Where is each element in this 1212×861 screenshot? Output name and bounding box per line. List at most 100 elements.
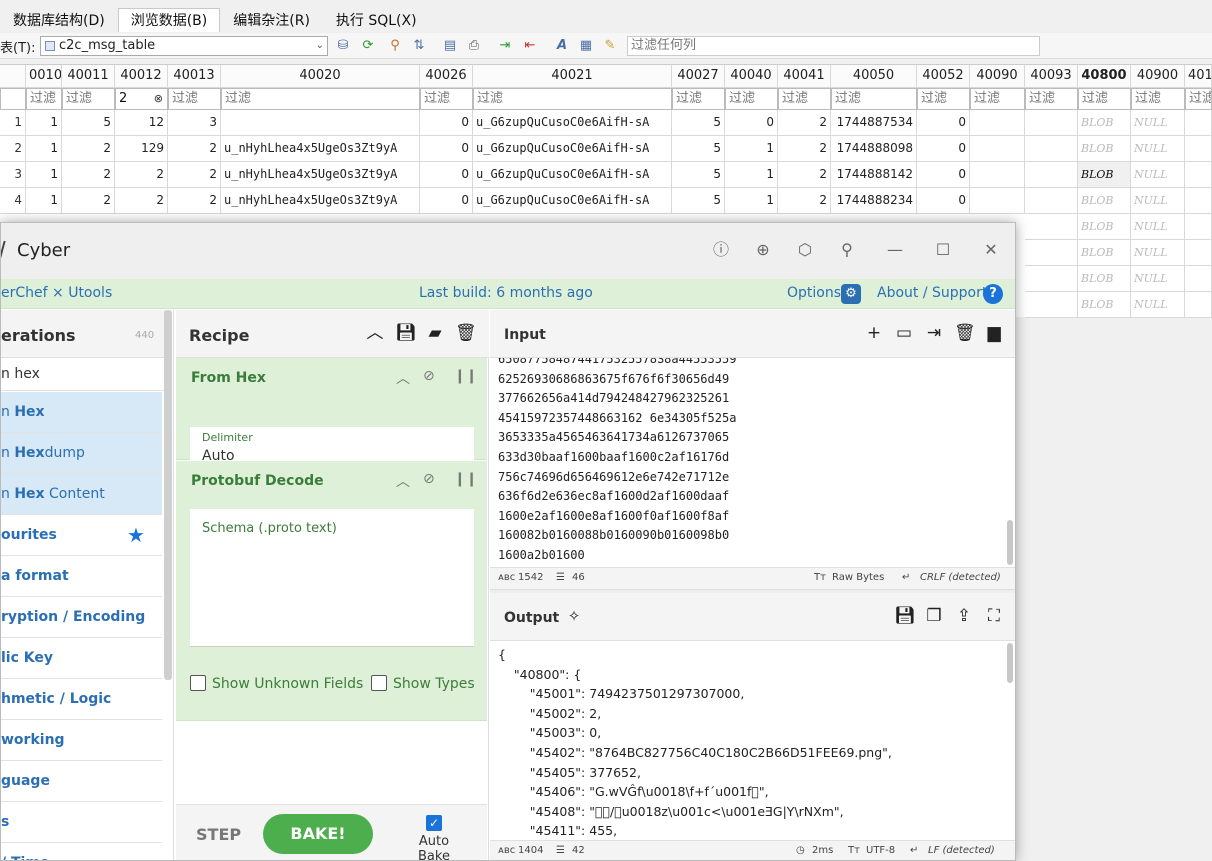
table-cell[interactable]: NULL	[1131, 162, 1185, 188]
table-cell[interactable]: u_nHyhLhea4x5UgeOs3Zt9yA	[221, 136, 420, 162]
table-cell[interactable]: 0	[420, 162, 473, 188]
table-cell[interactable]: 1	[26, 188, 62, 214]
table-cell[interactable]: NULL	[1131, 136, 1185, 162]
table-cell[interactable]: NULL	[1131, 266, 1185, 292]
column-filter-input[interactable]: 过滤	[672, 88, 725, 110]
save-recipe-icon[interactable]: 💾︎	[395, 323, 417, 343]
encoding-icon[interactable]: Tт	[848, 845, 860, 856]
column-filter-input[interactable]: 过滤	[420, 88, 473, 110]
disable-op-icon[interactable]: ⊘	[423, 368, 435, 384]
eol-icon[interactable]: ↵	[910, 845, 918, 856]
column-filter-input[interactable]: 过滤	[1185, 88, 1212, 110]
column-header[interactable]: 40020	[221, 65, 420, 88]
clear-recipe-icon[interactable]: 🗑︎	[455, 323, 477, 343]
table-cell[interactable]	[1185, 136, 1212, 162]
load-recipe-icon[interactable]: ▰	[425, 323, 445, 343]
output-textarea[interactable]: { "40800": { "45001": 749423750129730700…	[490, 641, 1015, 839]
recipe-op-from-hex[interactable]: From Hex ︿ ⊘ ❙❙ Delimiter Auto	[176, 358, 487, 467]
table-cell[interactable]: 2	[62, 136, 115, 162]
table-cell[interactable]: 2	[168, 136, 221, 162]
table-cell[interactable]: 1	[725, 188, 778, 214]
table-cell[interactable]: 2	[62, 162, 115, 188]
table-row[interactable]: 1 1 5 12 3 0 u_G6zupQuCusoC0e6AifH-sA 5 0 2 174488…	[0, 110, 1212, 136]
table-select[interactable]: c2c_msg_table ⌄	[40, 36, 328, 56]
column-header[interactable]: 40040	[725, 65, 778, 88]
checkbox-box[interactable]	[371, 675, 387, 691]
operation-item[interactable]: n Hex Content	[1, 474, 162, 515]
chevron-up-icon[interactable]: ︿	[396, 471, 410, 491]
checkmark-icon[interactable]: ✓	[426, 815, 442, 831]
save-output-icon[interactable]: 💾︎	[894, 606, 916, 626]
table-cell[interactable]: 0	[917, 110, 970, 136]
row-number[interactable]: 3	[0, 162, 26, 188]
table-cell[interactable]: BLOB	[1078, 292, 1131, 318]
table-cell[interactable]: NULL	[1131, 214, 1185, 240]
magic-wand-icon[interactable]: ✧	[564, 606, 584, 626]
column-header[interactable]: 40093	[1025, 65, 1078, 88]
table-cell[interactable]	[970, 136, 1025, 162]
pin-icon[interactable]: ⚲	[837, 240, 857, 260]
column-filter-input[interactable]: 过滤	[970, 88, 1025, 110]
table-cell[interactable]: 0	[917, 188, 970, 214]
row-number[interactable]: 4	[0, 188, 26, 214]
table-cell[interactable]: 2	[115, 162, 168, 188]
table-cell[interactable]: u_G6zupQuCusoC0e6AifH-sA	[473, 110, 672, 136]
step-button[interactable]: STEP	[196, 825, 241, 844]
table-cell[interactable]: u_G6zupQuCusoC0e6AifH-sA	[473, 136, 672, 162]
maximize-output-icon[interactable]: ⛶	[984, 606, 1004, 626]
print-icon[interactable]: ⎙	[465, 37, 483, 55]
operation-category[interactable]: guage	[1, 761, 162, 802]
table-cell[interactable]: 2	[778, 136, 831, 162]
input-textarea[interactable]: 6508775848744175325578S8a44553559 625269…	[490, 358, 1015, 567]
column-filter-input[interactable]: 过滤	[26, 88, 62, 110]
info-icon[interactable]: ⓘ	[711, 240, 731, 260]
table-cell[interactable]: u_nHyhLhea4x5UgeOs3Zt9yA	[221, 188, 420, 214]
highlight-icon[interactable]: ✎	[601, 37, 619, 55]
input-scrollbar[interactable]	[1007, 520, 1013, 565]
about-support-link[interactable]: About / Support	[877, 285, 987, 301]
table-cell[interactable]: 2	[62, 188, 115, 214]
operations-scrollbar[interactable]	[164, 310, 172, 680]
table-cell[interactable]: 12	[115, 110, 168, 136]
table-cell[interactable]: u_nHyhLhea4x5UgeOs3Zt9yA	[221, 162, 420, 188]
table-cell[interactable]	[1025, 110, 1078, 136]
table-cell[interactable]	[1025, 188, 1078, 214]
column-filter-input[interactable]: 2 ⊗	[115, 88, 168, 110]
column-header[interactable]: 40021	[473, 65, 672, 88]
table-cell[interactable]: 2	[168, 162, 221, 188]
column-header[interactable]: 40800	[1078, 65, 1131, 88]
operation-category[interactable]: working	[1, 720, 162, 761]
column-header[interactable]: 401	[1185, 65, 1212, 88]
column-header[interactable]: 40090	[970, 65, 1025, 88]
table-cell[interactable]: NULL	[1131, 110, 1185, 136]
table-cell[interactable]: BLOB	[1078, 110, 1131, 136]
replace-input-icon[interactable]: ⇪	[954, 606, 974, 626]
table-cell[interactable]: u_G6zupQuCusoC0e6AifH-sA	[473, 188, 672, 214]
table-cell[interactable]	[970, 162, 1025, 188]
table-cell[interactable]: 1	[725, 162, 778, 188]
open-folder-icon[interactable]: ▭	[894, 323, 914, 343]
save-table-icon[interactable]: ▤	[441, 37, 459, 55]
operation-category[interactable]: lic Key	[1, 638, 162, 679]
zoom-icon[interactable]: ⊕	[753, 240, 773, 260]
operation-category[interactable]: a format	[1, 556, 162, 597]
row-number[interactable]: 1	[0, 110, 26, 136]
settings-hex-icon[interactable]: ⬡	[795, 240, 815, 260]
table-cell[interactable]	[221, 110, 420, 136]
table-cell[interactable]: 0	[725, 110, 778, 136]
clear-input-icon[interactable]: 🗑︎	[954, 323, 976, 343]
table-row[interactable]: 4 1 2 2 2 u_nHyhLhea4x5UgeOs3Zt9yA 0 u_G6zupQuC…	[0, 188, 1212, 214]
insert-record-icon[interactable]: ⇥	[496, 37, 514, 55]
clear-filters-icon[interactable]: ⚲	[386, 37, 404, 55]
font-icon[interactable]: A	[553, 37, 571, 55]
column-filter-input[interactable]: 过滤	[62, 88, 115, 110]
table-cell[interactable]	[1185, 214, 1212, 240]
raw-bytes-icon[interactable]: Tт	[814, 572, 826, 583]
table-cell[interactable]: 0	[420, 110, 473, 136]
app-name-link[interactable]: erChef × Utools	[1, 285, 112, 301]
table-cell[interactable]: BLOB	[1078, 162, 1131, 188]
table-cell[interactable]	[1185, 188, 1212, 214]
column-header[interactable]: 40050	[831, 65, 917, 88]
table-cell[interactable]: 2	[778, 162, 831, 188]
table-cell[interactable]: 2	[778, 188, 831, 214]
